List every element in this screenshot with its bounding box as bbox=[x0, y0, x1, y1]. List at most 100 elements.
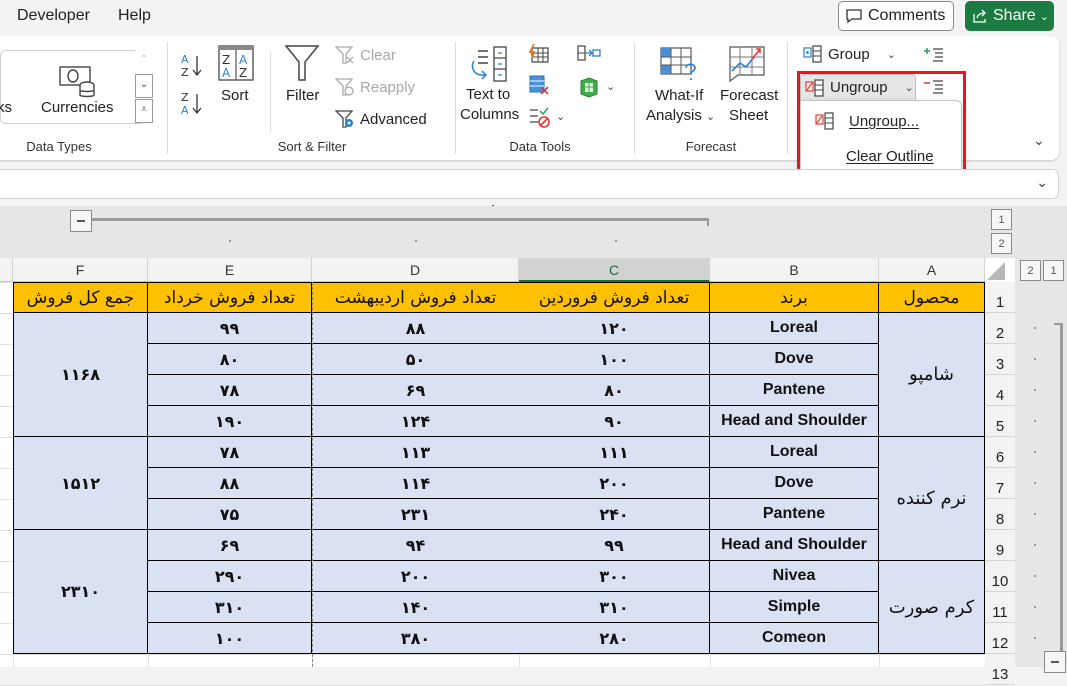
cell-ordibehesht[interactable]: ۹۴ bbox=[312, 530, 519, 561]
cell-khordad[interactable]: ۲۹۰ bbox=[148, 561, 312, 592]
spreadsheet-grid[interactable]: F E D C B A 1 2 3 4 5 6 7 8 9 10 11 12 13 محصول برند ت… bbox=[0, 258, 1015, 686]
share-button[interactable]: Share ⌄ bbox=[965, 1, 1054, 31]
merged-product-cell[interactable]: شامپو bbox=[879, 313, 985, 437]
row-group-collapse-button[interactable] bbox=[1044, 651, 1066, 673]
cell-brand[interactable]: Dove bbox=[710, 344, 879, 375]
header-cell-farvardin[interactable]: تعداد فروش فروردین bbox=[519, 282, 710, 313]
sort-a-to-z-icon[interactable]: A Z bbox=[180, 52, 206, 80]
formula-bar[interactable]: ⌄ bbox=[0, 169, 1059, 199]
cell-brand[interactable]: Loreal bbox=[710, 437, 879, 468]
text-to-columns-icon[interactable] bbox=[468, 45, 510, 85]
cell-brand[interactable]: Comeon bbox=[710, 623, 879, 654]
column-header-f[interactable]: F bbox=[13, 258, 148, 282]
text-to-columns-label-1[interactable]: Text to bbox=[466, 86, 510, 103]
row-header[interactable]: 3 bbox=[985, 344, 1015, 375]
cell-khordad[interactable]: ۱۹۰ bbox=[148, 406, 312, 437]
cell-khordad[interactable]: ۱۰۰ bbox=[148, 623, 312, 654]
header-cell-ordibehesht[interactable]: تعداد فروش اردیبهشت bbox=[312, 282, 519, 313]
cell-khordad[interactable]: ۹۹ bbox=[148, 313, 312, 344]
data-model-icon[interactable] bbox=[578, 76, 600, 98]
gallery-scroll-down[interactable]: ⌄ bbox=[135, 74, 153, 98]
cell-ordibehesht[interactable]: ۱۴۰ bbox=[312, 592, 519, 623]
tab-developer[interactable]: Developer bbox=[17, 7, 90, 25]
header-cell-brand[interactable]: برند bbox=[710, 282, 879, 313]
column-header-b[interactable]: B bbox=[710, 258, 879, 282]
cell-brand[interactable]: Nivea bbox=[710, 561, 879, 592]
stocks-label-partial[interactable]: ks bbox=[0, 99, 12, 116]
data-validation-dropdown[interactable]: ⌄ bbox=[556, 110, 565, 123]
advanced-filter-button[interactable]: Advanced bbox=[335, 109, 427, 129]
text-to-columns-label-2[interactable]: Columns bbox=[460, 106, 519, 123]
sort-icon[interactable]: Z A A Z bbox=[218, 45, 254, 81]
row-header[interactable]: 2 bbox=[985, 313, 1015, 344]
merged-product-cell[interactable]: نرم کننده bbox=[879, 437, 985, 561]
row-header[interactable]: 13 bbox=[985, 654, 1015, 685]
cell-brand[interactable]: Simple bbox=[710, 592, 879, 623]
row-header[interactable]: 12 bbox=[985, 623, 1015, 654]
cell-farvardin[interactable]: ۳۰۰ bbox=[519, 561, 710, 592]
forecast-sheet-label-1[interactable]: Forecast bbox=[720, 87, 778, 104]
cell-farvardin[interactable]: ۳۱۰ bbox=[519, 592, 710, 623]
cell-ordibehesht[interactable]: ۳۸۰ bbox=[312, 623, 519, 654]
cell-brand[interactable]: Head and Shoulder bbox=[710, 530, 879, 561]
column-header-c[interactable]: C bbox=[519, 258, 710, 282]
consolidate-icon[interactable] bbox=[577, 45, 601, 61]
cell-ordibehesht[interactable]: ۱۲۴ bbox=[312, 406, 519, 437]
merged-total-cell[interactable]: ۱۱۶۸ bbox=[13, 313, 148, 437]
cell-ordibehesht[interactable]: ۶۹ bbox=[312, 375, 519, 406]
cell-ordibehesht[interactable]: ۲۰۰ bbox=[312, 561, 519, 592]
column-outline-level-2[interactable]: 2 bbox=[991, 233, 1012, 254]
column-outline-level-1[interactable]: 1 bbox=[991, 209, 1012, 230]
cell-farvardin[interactable]: ۱۰۰ bbox=[519, 344, 710, 375]
cell-khordad[interactable]: ۷۸ bbox=[148, 375, 312, 406]
ribbon-expand-chevron[interactable]: ⌄ bbox=[1033, 132, 1045, 149]
column-header-d[interactable]: D bbox=[312, 258, 519, 282]
cell-khordad[interactable]: ۶۹ bbox=[148, 530, 312, 561]
cell-farvardin[interactable]: ۹۰ bbox=[519, 406, 710, 437]
what-if-label-1[interactable]: What-If bbox=[655, 87, 703, 104]
show-detail-icon[interactable] bbox=[923, 46, 945, 64]
cell-farvardin[interactable]: ۹۹ bbox=[519, 530, 710, 561]
merged-total-cell[interactable]: ۱۵۱۲ bbox=[13, 437, 148, 530]
cell-farvardin[interactable]: ۲۰۰ bbox=[519, 468, 710, 499]
row-header[interactable]: 6 bbox=[985, 437, 1015, 468]
forecast-sheet-icon[interactable] bbox=[728, 45, 766, 83]
filter-button[interactable]: Filter bbox=[286, 87, 319, 104]
row-header[interactable]: 10 bbox=[985, 561, 1015, 592]
row-outline-level-2[interactable]: 2 bbox=[1020, 260, 1041, 281]
select-all-button[interactable] bbox=[987, 262, 1005, 280]
hide-detail-icon[interactable] bbox=[923, 78, 945, 96]
what-if-label-2[interactable]: Analysis ⌄ bbox=[646, 107, 715, 124]
sort-button[interactable]: Sort bbox=[221, 87, 249, 104]
gallery-scroll-up[interactable]: ⌃ bbox=[135, 50, 153, 73]
row-header[interactable]: 5 bbox=[985, 406, 1015, 437]
comments-button[interactable]: Comments bbox=[838, 1, 954, 31]
cell-brand[interactable]: Pantene bbox=[710, 375, 879, 406]
cell-khordad[interactable]: ۷۸ bbox=[148, 437, 312, 468]
cell-ordibehesht[interactable]: ۲۳۱ bbox=[312, 499, 519, 530]
what-if-analysis-icon[interactable] bbox=[659, 46, 699, 82]
row-header[interactable]: 11 bbox=[985, 592, 1015, 623]
formula-bar-expand-icon[interactable]: ⌄ bbox=[1036, 174, 1048, 191]
column-header-a[interactable]: A bbox=[879, 258, 985, 282]
remove-duplicates-icon[interactable] bbox=[528, 74, 550, 96]
cell-brand[interactable]: Dove bbox=[710, 468, 879, 499]
ungroup-button[interactable]: Ungroup ⌄ bbox=[800, 74, 916, 100]
cell-farvardin[interactable]: ۱۲۰ bbox=[519, 313, 710, 344]
row-header[interactable]: 1 bbox=[985, 282, 1015, 313]
cell-ordibehesht[interactable]: ۸۸ bbox=[312, 313, 519, 344]
cell-farvardin[interactable]: ۱۱۱ bbox=[519, 437, 710, 468]
header-cell-product[interactable]: محصول bbox=[879, 282, 985, 313]
column-header-g-partial[interactable] bbox=[0, 258, 13, 282]
row-outline-level-1[interactable]: 1 bbox=[1043, 260, 1064, 281]
cell-brand[interactable]: Pantene bbox=[710, 499, 879, 530]
row-header[interactable]: 8 bbox=[985, 499, 1015, 530]
group-button[interactable]: Group ⌄ bbox=[803, 45, 896, 63]
cell-khordad[interactable]: ۸۰ bbox=[148, 344, 312, 375]
sort-z-to-a-icon[interactable]: Z A bbox=[180, 90, 206, 118]
cell-khordad[interactable]: ۷۵ bbox=[148, 499, 312, 530]
reapply-button[interactable]: Reapply bbox=[335, 77, 415, 97]
cell-brand[interactable]: Loreal bbox=[710, 313, 879, 344]
currencies-button[interactable]: Currencies bbox=[41, 99, 114, 116]
row-header[interactable]: 9 bbox=[985, 530, 1015, 561]
